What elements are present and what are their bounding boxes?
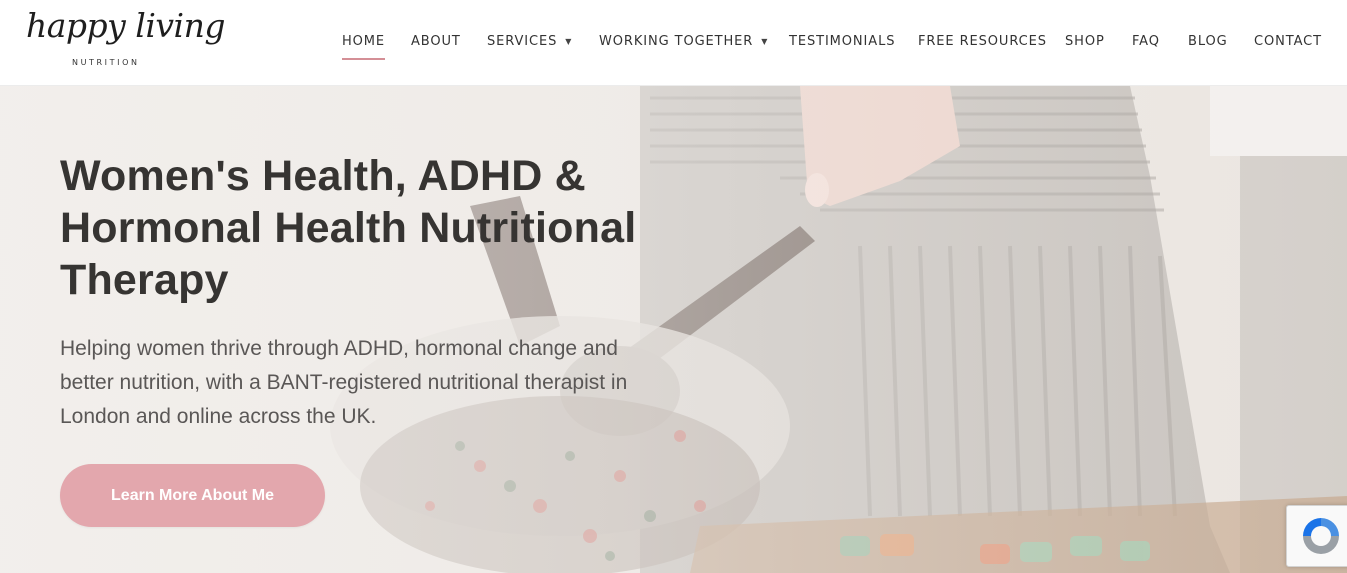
nav-item-blog[interactable]: BLOG xyxy=(1188,34,1228,49)
nav-item-testimonials[interactable]: TESTIMONIALS xyxy=(789,34,895,49)
nav-item-about[interactable]: ABOUT xyxy=(411,34,461,49)
nav-item-shop[interactable]: SHOP xyxy=(1065,34,1105,49)
nav-item-home[interactable]: HOME xyxy=(342,34,386,60)
nav-item-label: HOME xyxy=(342,34,386,49)
nav-item-label: ABOUT xyxy=(411,34,461,49)
main-nav: HOME ABOUT SERVICES ▼ WORKING TOGETHER ▼… xyxy=(0,0,1347,86)
site-header: happy living NUTRITION HOME ABOUT SERVIC… xyxy=(0,0,1347,86)
nav-item-services[interactable]: SERVICES ▼ xyxy=(487,34,572,49)
nav-item-contact[interactable]: CONTACT xyxy=(1254,34,1322,49)
nav-item-faq[interactable]: FAQ xyxy=(1132,34,1160,49)
recaptcha-icon xyxy=(1303,518,1339,554)
nav-item-working-together[interactable]: WORKING TOGETHER ▼ xyxy=(599,34,768,49)
hero-section: Women's Health, ADHD & Hormonal Health N… xyxy=(0,86,1347,573)
hero-title: Women's Health, ADHD & Hormonal Health N… xyxy=(60,152,637,304)
recaptcha-badge[interactable] xyxy=(1286,505,1347,567)
chevron-down-icon: ▼ xyxy=(565,37,573,46)
nav-item-label: BLOG xyxy=(1188,34,1228,49)
nav-item-label: FAQ xyxy=(1132,34,1160,49)
nav-item-label: FREE RESOURCES xyxy=(918,34,1047,49)
nav-item-label: TESTIMONIALS xyxy=(789,34,896,49)
learn-more-button[interactable]: Learn More About Me xyxy=(60,464,325,527)
nav-item-label: SHOP xyxy=(1065,34,1105,49)
nav-item-label: CONTACT xyxy=(1254,34,1322,49)
hero-description: Helping women thrive through ADHD, hormo… xyxy=(60,337,628,428)
nav-item-free-resources[interactable]: FREE RESOURCES xyxy=(918,34,1047,49)
nav-item-label: WORKING TOGETHER xyxy=(599,34,754,49)
nav-item-label: SERVICES xyxy=(487,34,558,49)
chevron-down-icon: ▼ xyxy=(761,37,769,46)
